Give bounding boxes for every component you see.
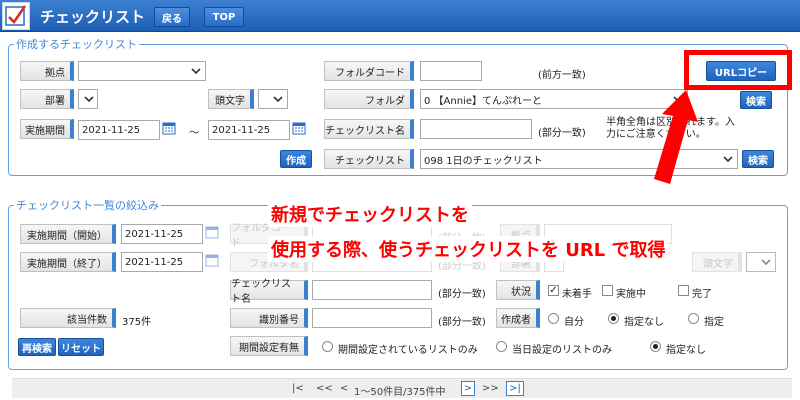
filter-legend: チェックリスト一覧の絞込み <box>14 197 161 213</box>
status-not-started-checkbox[interactable]: ✓ <box>548 285 559 296</box>
annotation-arrow-icon <box>654 90 698 184</box>
count-value: 375件 <box>122 317 152 328</box>
top-button[interactable]: TOP <box>204 7 244 27</box>
date-tilde: 〜 <box>189 128 199 139</box>
today-only-radio[interactable] <box>496 341 507 352</box>
pager-next-block[interactable]: >> <box>482 383 499 394</box>
status-done-text: 完了 <box>692 289 712 300</box>
filter-checklist-name-label: チェックリスト名 <box>230 279 308 305</box>
chevron-down-icon <box>273 96 283 103</box>
filter-start-label: 実施期間（開始） <box>20 224 116 244</box>
pager-range: 1〜50件目/375件中 <box>354 387 446 398</box>
filter-end-label: 実施期間（終了） <box>20 252 116 272</box>
status-in-progress-checkbox[interactable] <box>602 285 613 296</box>
date-from-input[interactable]: 2021-11-25 <box>78 120 160 140</box>
filter-checklist-name-hint: (部分一致) <box>438 289 486 300</box>
checklist-logo-icon <box>2 2 30 30</box>
reset-button[interactable]: リセット <box>58 338 104 356</box>
busho-select[interactable] <box>78 89 98 109</box>
author-specify-text: 指定 <box>704 317 724 328</box>
author-specify-radio[interactable] <box>688 313 699 324</box>
author-unspecified-text: 指定なし <box>624 317 664 328</box>
folder-code-label: フォルダコード <box>324 61 414 81</box>
pager-first[interactable]: |< <box>292 383 304 394</box>
today-only-text: 当日設定のリストのみ <box>512 345 612 356</box>
kyoten-label: 拠点 <box>20 61 74 81</box>
filter-kashira-label: 頭文字 <box>692 252 742 272</box>
folder-search-button[interactable]: 検索 <box>740 91 772 109</box>
kashira-label: 頭文字 <box>208 89 254 109</box>
author-self-text: 自分 <box>564 317 584 328</box>
page-title: チェックリスト <box>40 8 146 26</box>
date-to-input[interactable]: 2021-11-25 <box>208 120 290 140</box>
partial-match-hint: (部分一致) <box>538 128 586 139</box>
folder-select-value: 0 【Annie】てんぷれーと <box>424 95 542 107</box>
author-label: 作成者 <box>496 308 540 328</box>
count-label: 該当件数 <box>20 308 116 328</box>
pager-last[interactable]: >| <box>506 381 524 396</box>
kashira-select[interactable] <box>258 89 288 109</box>
folder-label: フォルダ <box>324 89 414 109</box>
author-self-radio[interactable] <box>548 313 559 324</box>
back-button[interactable]: 戻る <box>154 7 190 27</box>
annotation-line-1: 新規でチェックリストを <box>268 201 472 227</box>
status-label: 状況 <box>496 280 540 300</box>
status-in-progress-text: 実施中 <box>616 289 646 300</box>
author-unspecified-radio[interactable] <box>608 313 619 324</box>
filter-end-input[interactable]: 2021-11-25 <box>121 252 203 272</box>
status-not-started-text: 未着手 <box>562 289 592 300</box>
filter-kashira-select[interactable] <box>746 252 776 272</box>
busho-label: 部署 <box>20 89 74 109</box>
create-button[interactable]: 作成 <box>280 150 312 168</box>
checklist-search-button[interactable]: 検索 <box>742 150 774 168</box>
calendar-icon[interactable] <box>162 121 176 135</box>
calendar-icon[interactable] <box>205 225 219 239</box>
id-number-hint: (部分一致) <box>438 317 486 328</box>
calendar-icon[interactable] <box>205 253 219 267</box>
chevron-down-icon <box>761 259 771 266</box>
annotation-line-2: 使用する際、使うチェックリストを URL で取得 <box>268 236 669 262</box>
checklist-select-value: 098 1日のチェックリスト <box>424 155 543 167</box>
period-unspecified-text: 指定なし <box>666 345 706 356</box>
pager-next[interactable]: > <box>461 381 475 396</box>
chevron-down-icon <box>191 68 201 75</box>
period-set-only-radio[interactable] <box>322 341 333 352</box>
chevron-down-icon <box>723 156 733 163</box>
create-checklist-legend: 作成するチェックリスト <box>14 36 139 52</box>
checklist-name-input[interactable] <box>420 119 532 139</box>
status-done-checkbox[interactable] <box>678 285 689 296</box>
filter-checklist-name-input[interactable] <box>312 280 432 300</box>
period-label: 実施期間 <box>20 119 74 139</box>
url-copy-highlight-box <box>684 50 792 90</box>
folder-code-hint: (前方一致) <box>538 70 586 81</box>
kyoten-select[interactable] <box>78 61 206 81</box>
app-header: チェックリスト 戻る TOP <box>0 0 800 32</box>
filter-start-input[interactable]: 2021-11-25 <box>121 224 203 244</box>
checklist-label: チェックリスト <box>324 149 414 169</box>
period-unspecified-radio[interactable] <box>650 341 661 352</box>
pager-prev[interactable]: < <box>340 383 348 394</box>
period-setting-label: 期間設定有無 <box>230 336 308 356</box>
research-button[interactable]: 再検索 <box>18 338 56 356</box>
checklist-name-label: チェックリスト名 <box>324 119 414 139</box>
folder-code-input[interactable] <box>420 61 482 81</box>
id-number-input[interactable] <box>312 308 432 328</box>
chevron-down-icon <box>84 96 94 103</box>
id-number-label: 識別番号 <box>230 308 308 328</box>
pager-prev-block[interactable]: << <box>316 383 333 394</box>
calendar-icon[interactable] <box>292 121 306 135</box>
period-set-only-text: 期間設定されているリストのみ <box>338 345 478 356</box>
